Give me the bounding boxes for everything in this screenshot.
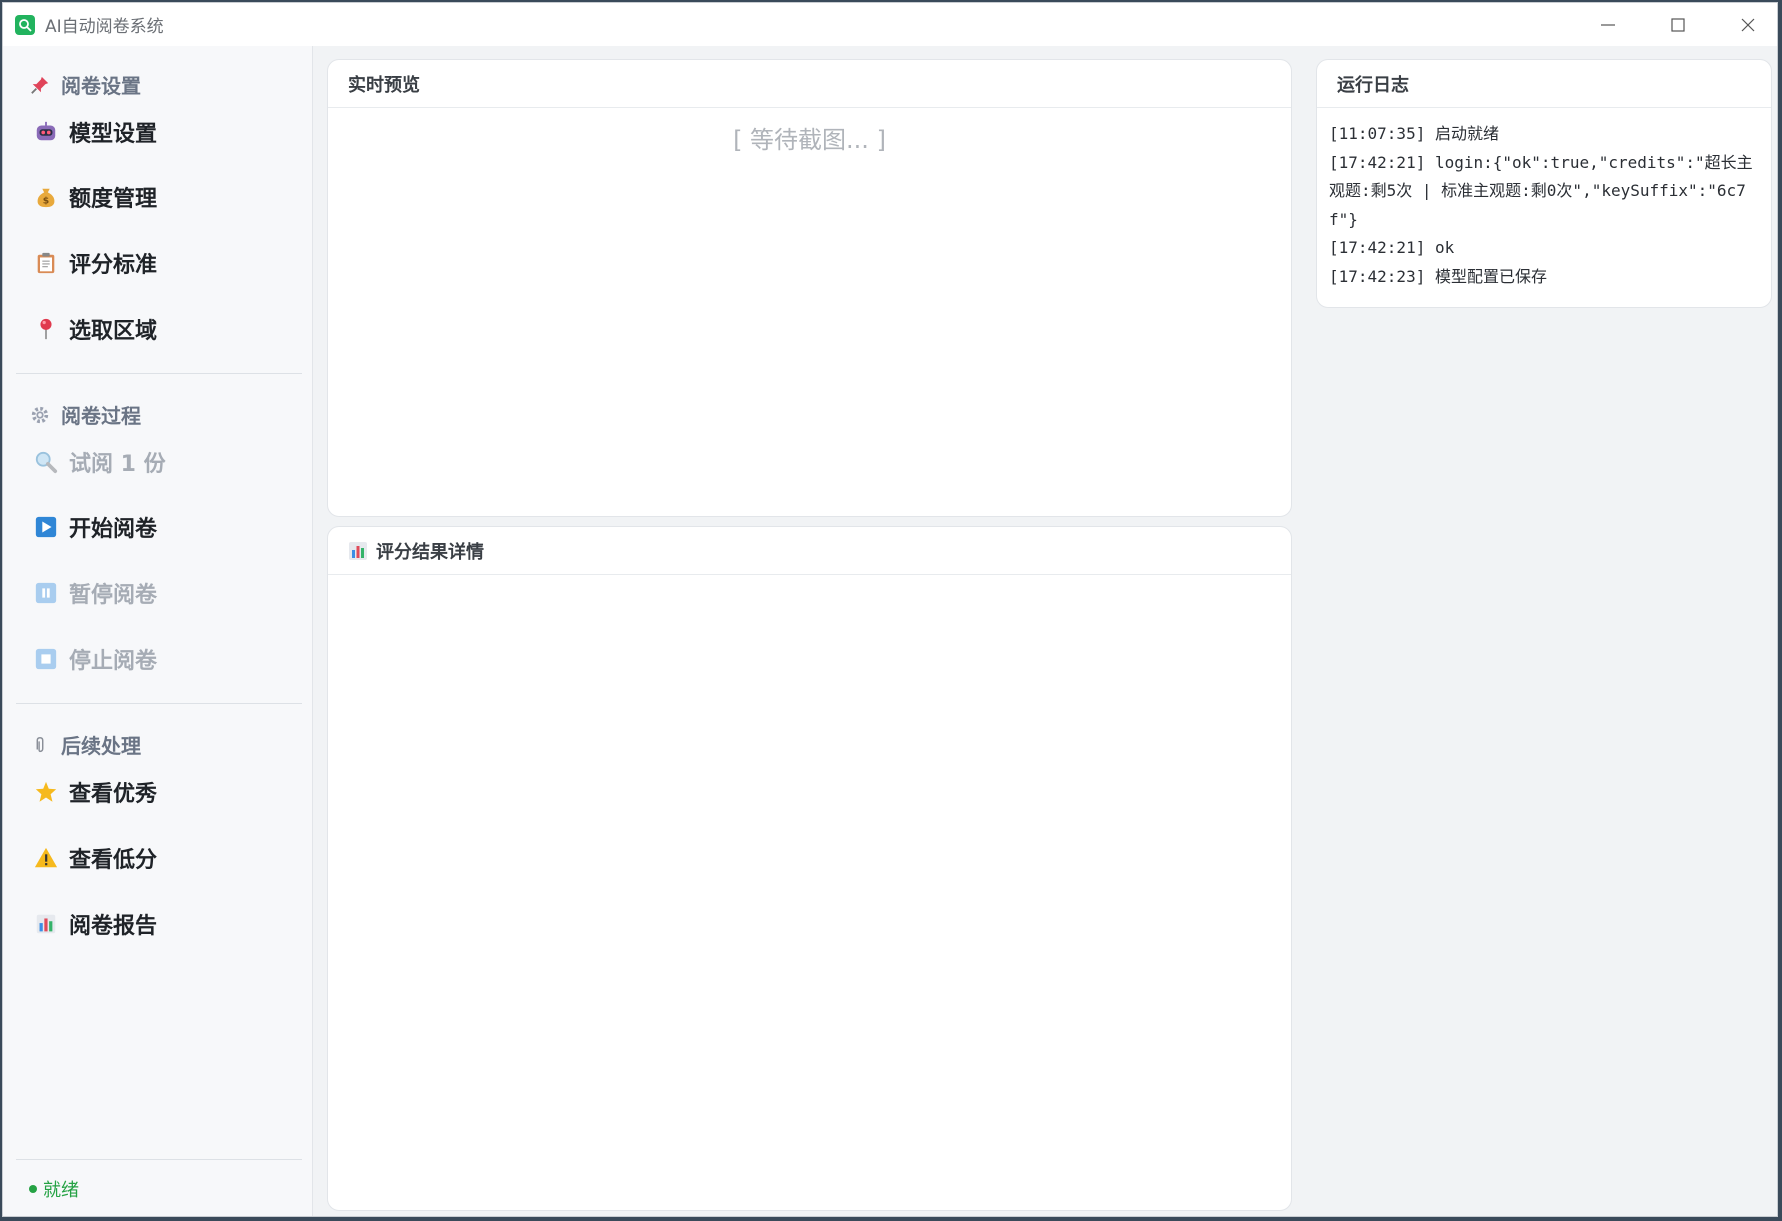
status-indicator: 就绪 [29,1176,79,1202]
warning-icon [33,845,59,871]
app-logo-icon [15,14,35,35]
log-title: 运行日志 [1337,74,1409,96]
clipboard-icon [33,250,59,276]
sidebar-item-scoring-criteria[interactable]: 评分标准 [33,247,157,279]
sidebar-item-quota[interactable]: $ 额度管理 [33,181,157,213]
status-text: 就绪 [43,1180,79,1201]
sidebar-item-view-excellent[interactable]: 查看优秀 [33,776,157,808]
title-bar[interactable]: AI自动阅卷系统 [3,3,1777,46]
results-title: 评分结果详情 [376,541,484,563]
map-pin-icon [33,316,59,342]
money-bag-icon: $ [33,184,59,210]
bar-chart-icon [349,541,367,560]
close-button[interactable] [1713,3,1777,46]
sidebar-item-pause-grading[interactable]: 暂停阅卷 [33,577,157,609]
sidebar-item-model-settings[interactable]: 模型设置 [33,116,157,148]
magnifier-icon [33,449,59,475]
log-entry: [17:42:23] 模型配置已保存 [1329,266,1547,286]
gear-icon [29,404,51,426]
sidebar-item-view-low-scores[interactable]: 查看低分 [33,842,157,874]
minimize-button[interactable] [1573,3,1643,46]
pause-icon [33,580,59,606]
sidebar-item-grading-report[interactable]: 阅卷报告 [33,908,157,940]
sidebar: 阅卷设置 模型设置 $ 额度管理 评分标准 选取区域 阅卷过程 试阅 1 份 开… [3,46,313,1216]
log-panel-header: 运行日志 [1317,60,1771,108]
maximize-button[interactable] [1643,3,1713,46]
maximize-icon [1671,17,1685,32]
sidebar-divider [16,703,302,704]
log-body[interactable]: [11:07:35] 启动就绪 [17:42:21] login:{"ok":t… [1317,108,1771,303]
sidebar-divider [16,373,302,374]
sidebar-divider [16,1159,302,1160]
log-panel: 运行日志 [11:07:35] 启动就绪 [17:42:21] login:{"… [1316,59,1772,308]
sidebar-item-select-region[interactable]: 选取区域 [33,313,157,345]
sidebar-item-stop-grading[interactable]: 停止阅卷 [33,643,157,675]
log-entry: [17:42:21] ok [1329,238,1455,257]
log-entry: [11:07:35] 启动就绪 [1329,124,1499,143]
results-panel: 评分结果详情 [327,526,1292,1211]
preview-panel: 实时预览 [ 等待截图... ] [327,59,1292,517]
pushpin-icon [29,74,51,96]
section-header-grading-process: 阅卷过程 [29,400,141,429]
log-entry: [17:42:21] login:{"ok":true,"credits":"超… [1329,152,1753,229]
minimize-icon [1601,23,1615,26]
close-icon [1741,18,1755,31]
stop-icon [33,646,59,672]
play-icon [33,514,59,540]
preview-panel-header: 实时预览 [328,60,1291,108]
bar-chart-icon [33,911,59,937]
sidebar-item-trial-grade[interactable]: 试阅 1 份 [33,446,166,478]
svg-text:$: $ [43,195,49,206]
paperclip-icon [29,734,51,756]
preview-placeholder: [ 等待截图... ] [733,126,886,154]
window-title: AI自动阅卷系统 [45,17,164,37]
sidebar-item-start-grading[interactable]: 开始阅卷 [33,511,157,543]
section-header-post-processing: 后续处理 [29,730,141,759]
app-window: AI自动阅卷系统 阅卷设置 模型设置 $ 额度管理 评分标准 选取区域 阅卷过程… [2,2,1778,1217]
robot-icon [33,119,59,145]
results-panel-header: 评分结果详情 [328,527,1291,575]
star-icon [33,779,59,805]
preview-title: 实时预览 [348,74,420,96]
section-header-settings: 阅卷设置 [29,70,141,99]
status-dot-icon [29,1185,37,1193]
